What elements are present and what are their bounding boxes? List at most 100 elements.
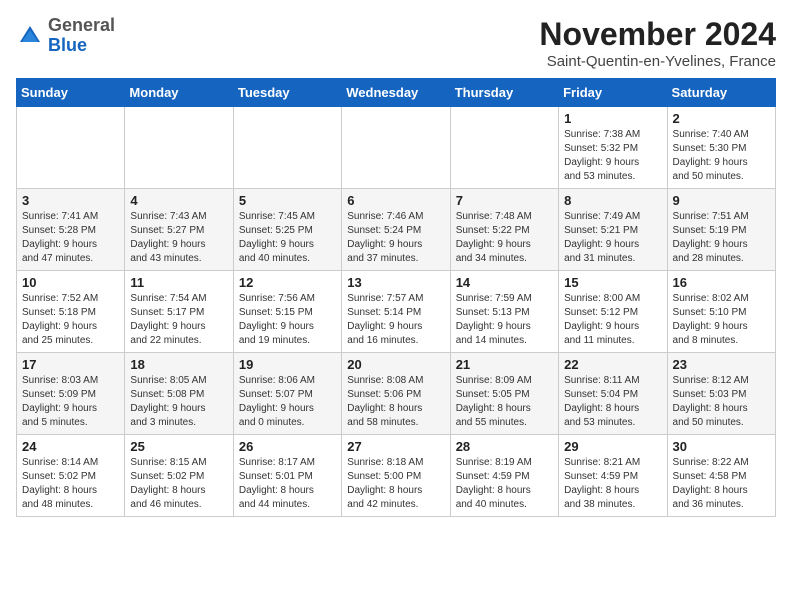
page-header: General Blue November 2024 Saint-Quentin… <box>16 16 776 70</box>
location-subtitle: Saint-Quentin-en-Yvelines, France <box>539 53 776 70</box>
day-number: 10 <box>22 275 119 290</box>
day-info: Sunrise: 7:51 AM Sunset: 5:19 PM Dayligh… <box>673 210 770 266</box>
day-info: Sunrise: 8:17 AM Sunset: 5:01 PM Dayligh… <box>239 456 336 512</box>
day-number: 12 <box>239 275 336 290</box>
calendar-week-row: 3 Sunrise: 7:41 AM Sunset: 5:28 PM Daylig… <box>17 189 776 271</box>
calendar-cell: 4 Sunrise: 7:43 AM Sunset: 5:27 PM Daylig… <box>125 189 233 271</box>
day-info: Sunrise: 8:15 AM Sunset: 5:02 PM Dayligh… <box>130 456 227 512</box>
calendar-cell: 11Sunrise: 7:54 AM Sunset: 5:17 PM Dayli… <box>125 271 233 353</box>
day-number: 3 <box>22 193 119 208</box>
day-number: 18 <box>130 357 227 372</box>
day-number: 21 <box>456 357 553 372</box>
calendar-cell <box>125 107 233 189</box>
day-info: Sunrise: 8:05 AM Sunset: 5:08 PM Dayligh… <box>130 374 227 430</box>
calendar-cell: 21Sunrise: 8:09 AM Sunset: 5:05 PM Dayli… <box>450 353 558 435</box>
day-number: 5 <box>239 193 336 208</box>
day-number: 4 <box>130 193 227 208</box>
day-number: 28 <box>456 439 553 454</box>
calendar-week-row: 17 Sunrise: 8:03 AM Sunset: 5:09 PM Dayli… <box>17 353 776 435</box>
day-info: Sunrise: 8:11 AM Sunset: 5:04 PM Dayligh… <box>564 374 661 430</box>
day-info: Sunrise: 8:00 AM Sunset: 5:12 PM Dayligh… <box>564 292 661 348</box>
calendar-cell: 24 Sunrise: 8:14 AM Sunset: 5:02 PM Dayli… <box>17 435 125 517</box>
calendar-cell: 28Sunrise: 8:19 AM Sunset: 4:59 PM Dayli… <box>450 435 558 517</box>
calendar-table: SundayMondayTuesdayWednesdayThursdayFrid… <box>16 78 776 517</box>
calendar-cell: 12 Sunrise: 7:56 AM Sunset: 5:15 PM Dayli… <box>233 271 341 353</box>
day-info: Sunrise: 7:46 AM Sunset: 5:24 PM Dayligh… <box>347 210 444 266</box>
day-of-week-header: Tuesday <box>233 79 341 107</box>
calendar-week-row: 1Sunrise: 7:38 AM Sunset: 5:32 PM Daylig… <box>17 107 776 189</box>
calendar-cell: 16 Sunrise: 8:02 AM Sunset: 5:10 PM Dayli… <box>667 271 775 353</box>
day-number: 6 <box>347 193 444 208</box>
calendar-cell <box>17 107 125 189</box>
day-info: Sunrise: 7:43 AM Sunset: 5:27 PM Dayligh… <box>130 210 227 266</box>
day-info: Sunrise: 8:02 AM Sunset: 5:10 PM Dayligh… <box>673 292 770 348</box>
day-info: Sunrise: 8:18 AM Sunset: 5:00 PM Dayligh… <box>347 456 444 512</box>
day-number: 25 <box>130 439 227 454</box>
logo-blue-text: Blue <box>48 35 87 55</box>
logo-icon <box>16 22 44 50</box>
title-section: November 2024 Saint-Quentin-en-Yvelines,… <box>539 16 776 70</box>
day-info: Sunrise: 8:03 AM Sunset: 5:09 PM Dayligh… <box>22 374 119 430</box>
day-info: Sunrise: 7:38 AM Sunset: 5:32 PM Dayligh… <box>564 128 661 184</box>
day-number: 9 <box>673 193 770 208</box>
day-number: 13 <box>347 275 444 290</box>
day-number: 14 <box>456 275 553 290</box>
calendar-cell: 14Sunrise: 7:59 AM Sunset: 5:13 PM Dayli… <box>450 271 558 353</box>
day-number: 8 <box>564 193 661 208</box>
calendar-cell: 9 Sunrise: 7:51 AM Sunset: 5:19 PM Daylig… <box>667 189 775 271</box>
day-info: Sunrise: 7:45 AM Sunset: 5:25 PM Dayligh… <box>239 210 336 266</box>
day-number: 19 <box>239 357 336 372</box>
logo: General Blue <box>16 16 115 56</box>
calendar-cell <box>450 107 558 189</box>
day-number: 26 <box>239 439 336 454</box>
day-info: Sunrise: 8:14 AM Sunset: 5:02 PM Dayligh… <box>22 456 119 512</box>
calendar-cell: 25 Sunrise: 8:15 AM Sunset: 5:02 PM Dayli… <box>125 435 233 517</box>
logo-general-text: General <box>48 15 115 35</box>
day-of-week-header: Thursday <box>450 79 558 107</box>
calendar-cell: 3 Sunrise: 7:41 AM Sunset: 5:28 PM Daylig… <box>17 189 125 271</box>
calendar-cell: 19 Sunrise: 8:06 AM Sunset: 5:07 PM Dayli… <box>233 353 341 435</box>
calendar-cell: 18 Sunrise: 8:05 AM Sunset: 5:08 PM Dayli… <box>125 353 233 435</box>
day-number: 7 <box>456 193 553 208</box>
calendar-cell: 7 Sunrise: 7:48 AM Sunset: 5:22 PM Daylig… <box>450 189 558 271</box>
calendar-week-row: 24 Sunrise: 8:14 AM Sunset: 5:02 PM Dayli… <box>17 435 776 517</box>
day-number: 11 <box>130 275 227 290</box>
calendar-cell: 23Sunrise: 8:12 AM Sunset: 5:03 PM Dayli… <box>667 353 775 435</box>
day-number: 16 <box>673 275 770 290</box>
day-info: Sunrise: 8:21 AM Sunset: 4:59 PM Dayligh… <box>564 456 661 512</box>
calendar-week-row: 10Sunrise: 7:52 AM Sunset: 5:18 PM Dayli… <box>17 271 776 353</box>
day-info: Sunrise: 7:49 AM Sunset: 5:21 PM Dayligh… <box>564 210 661 266</box>
calendar-cell: 26 Sunrise: 8:17 AM Sunset: 5:01 PM Dayli… <box>233 435 341 517</box>
day-info: Sunrise: 8:06 AM Sunset: 5:07 PM Dayligh… <box>239 374 336 430</box>
day-info: Sunrise: 8:22 AM Sunset: 4:58 PM Dayligh… <box>673 456 770 512</box>
day-info: Sunrise: 7:56 AM Sunset: 5:15 PM Dayligh… <box>239 292 336 348</box>
calendar-cell: 1Sunrise: 7:38 AM Sunset: 5:32 PM Daylig… <box>559 107 667 189</box>
calendar-cell: 10Sunrise: 7:52 AM Sunset: 5:18 PM Dayli… <box>17 271 125 353</box>
day-number: 24 <box>22 439 119 454</box>
calendar-cell: 2Sunrise: 7:40 AM Sunset: 5:30 PM Daylig… <box>667 107 775 189</box>
month-year-title: November 2024 <box>539 16 776 53</box>
day-info: Sunrise: 7:57 AM Sunset: 5:14 PM Dayligh… <box>347 292 444 348</box>
day-info: Sunrise: 8:08 AM Sunset: 5:06 PM Dayligh… <box>347 374 444 430</box>
calendar-cell: 5 Sunrise: 7:45 AM Sunset: 5:25 PM Daylig… <box>233 189 341 271</box>
calendar-cell: 22 Sunrise: 8:11 AM Sunset: 5:04 PM Dayli… <box>559 353 667 435</box>
day-number: 23 <box>673 357 770 372</box>
day-of-week-header: Friday <box>559 79 667 107</box>
calendar-cell: 6 Sunrise: 7:46 AM Sunset: 5:24 PM Daylig… <box>342 189 450 271</box>
day-number: 27 <box>347 439 444 454</box>
day-number: 17 <box>22 357 119 372</box>
day-number: 22 <box>564 357 661 372</box>
day-of-week-header: Monday <box>125 79 233 107</box>
day-of-week-header: Saturday <box>667 79 775 107</box>
day-of-week-header: Wednesday <box>342 79 450 107</box>
day-info: Sunrise: 7:48 AM Sunset: 5:22 PM Dayligh… <box>456 210 553 266</box>
calendar-cell: 27 Sunrise: 8:18 AM Sunset: 5:00 PM Dayli… <box>342 435 450 517</box>
calendar-header-row: SundayMondayTuesdayWednesdayThursdayFrid… <box>17 79 776 107</box>
day-of-week-header: Sunday <box>17 79 125 107</box>
day-number: 20 <box>347 357 444 372</box>
day-info: Sunrise: 7:41 AM Sunset: 5:28 PM Dayligh… <box>22 210 119 266</box>
day-number: 30 <box>673 439 770 454</box>
calendar-cell <box>233 107 341 189</box>
calendar-cell: 30 Sunrise: 8:22 AM Sunset: 4:58 PM Dayli… <box>667 435 775 517</box>
calendar-cell: 15Sunrise: 8:00 AM Sunset: 5:12 PM Dayli… <box>559 271 667 353</box>
